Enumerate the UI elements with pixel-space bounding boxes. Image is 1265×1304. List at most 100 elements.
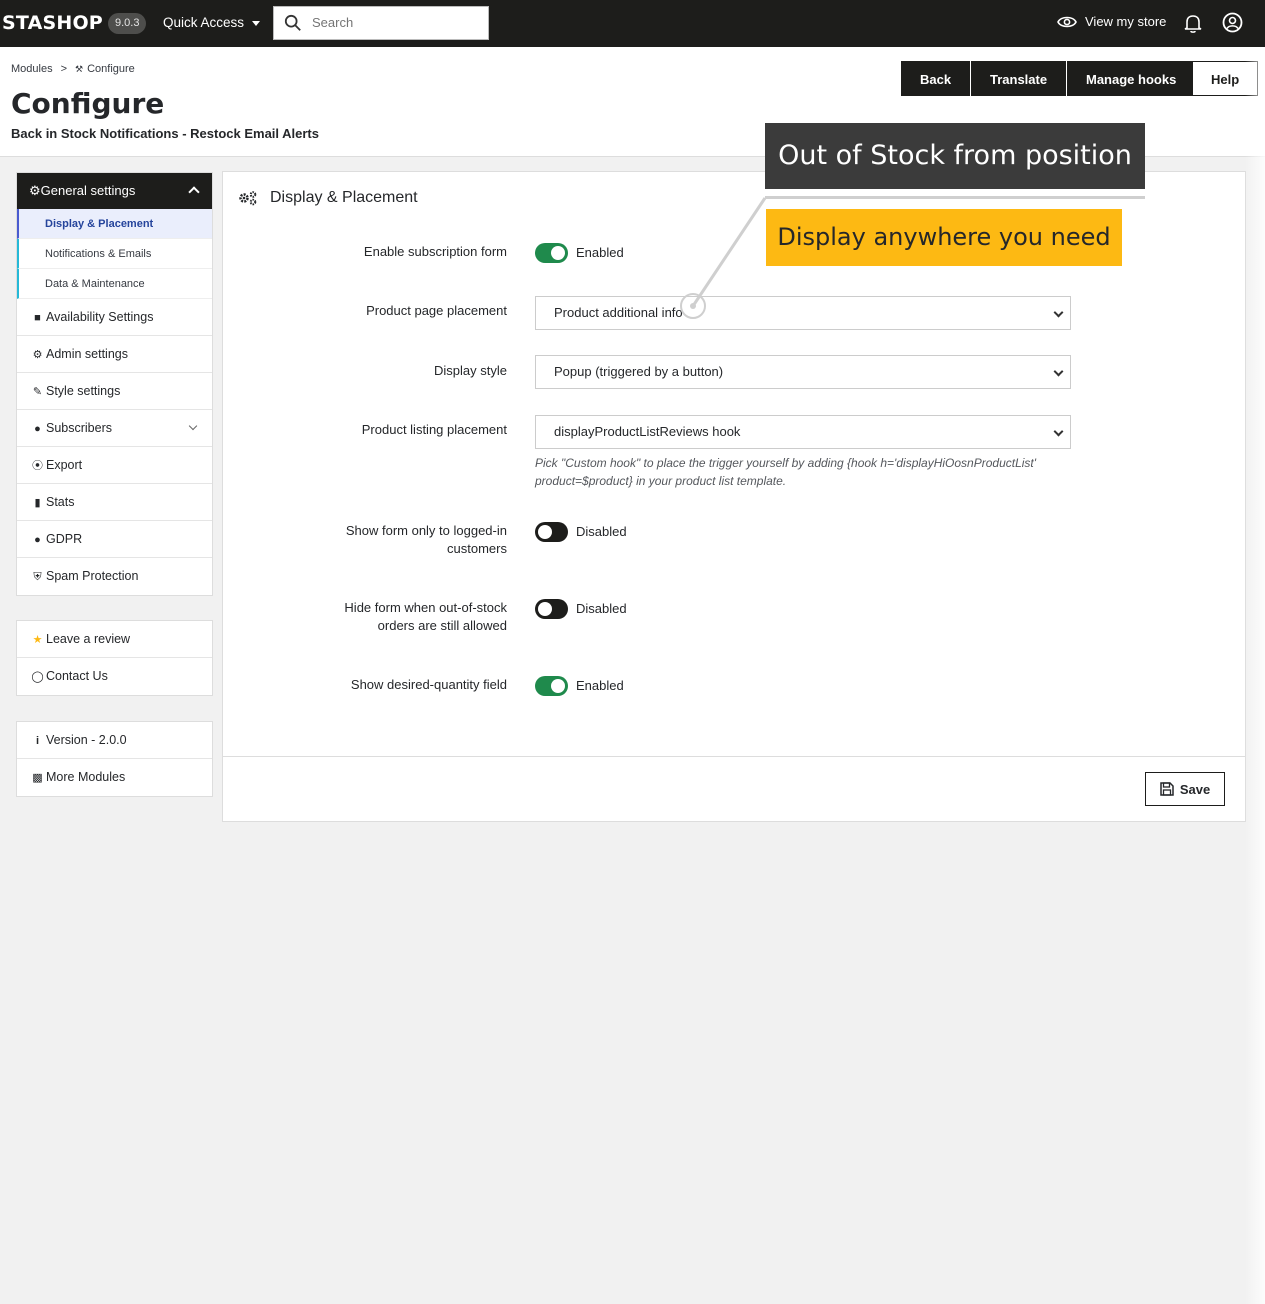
logged-in-only-label: Show form only to logged-in customers xyxy=(345,523,507,556)
sidebar-subitem-notifications-emails[interactable]: Notifications & Emails xyxy=(17,239,212,269)
select-value: Popup (triggered by a button) xyxy=(554,364,724,379)
product-page-placement-label: Product page placement xyxy=(366,303,507,318)
page-title: Configure xyxy=(11,87,165,120)
page-edge-shade xyxy=(1245,47,1265,1304)
desired-qty-toggle[interactable] xyxy=(535,676,568,696)
sidebar-item-label: More Modules xyxy=(46,770,126,784)
brush-icon: ✎ xyxy=(32,386,43,398)
toggle-knob xyxy=(538,525,552,539)
eye-icon xyxy=(1057,16,1077,27)
logo[interactable]: STASHOP xyxy=(2,12,103,34)
chevron-down-icon xyxy=(1053,307,1064,318)
view-store-link[interactable]: View my store xyxy=(1057,14,1166,29)
listing-placement-label: Product listing placement xyxy=(361,422,507,437)
sidebar-item-label: General settings xyxy=(40,183,136,198)
floppy-disk-icon xyxy=(1160,782,1174,796)
chevron-down-icon xyxy=(1053,366,1064,377)
sidebar-item-label: GDPR xyxy=(46,532,83,546)
back-button[interactable]: Back xyxy=(901,61,971,96)
hide-when-orders-allowed-toggle[interactable] xyxy=(535,599,568,619)
panel-title: Display & Placement xyxy=(238,189,418,207)
sidebar-item-export[interactable]: ⦿ Export xyxy=(17,447,212,484)
folder-icon: ■ xyxy=(34,312,41,324)
quick-access-menu[interactable]: Quick Access xyxy=(163,15,261,30)
hide-when-orders-allowed-label: Hide form when out-of-stock orders are s… xyxy=(344,600,507,633)
translate-button[interactable]: Translate xyxy=(971,61,1067,96)
sidebar-item-version: i Version - 2.0.0 xyxy=(17,722,212,759)
listing-placement-select[interactable]: displayProductListReviews hook xyxy=(535,415,1071,449)
search-input[interactable] xyxy=(312,15,482,30)
top-navbar: STASHOP 9.0.3 Quick Access View my store xyxy=(0,0,1265,47)
sidebar-item-stats[interactable]: ▮ Stats xyxy=(17,484,212,521)
product-page-placement-select[interactable]: Product additional info xyxy=(535,296,1071,330)
user-icon: ● xyxy=(34,534,41,546)
toggle-knob xyxy=(551,246,565,260)
sidebar-item-label: Stats xyxy=(46,495,75,509)
panel-footer: Save xyxy=(223,756,1245,822)
save-label: Save xyxy=(1179,781,1211,797)
sidebar-item-admin-settings[interactable]: ⚙ Admin settings xyxy=(17,336,212,373)
bell-icon[interactable] xyxy=(1184,13,1202,33)
sidebar-item-leave-review[interactable]: ★ Leave a review xyxy=(17,621,212,658)
toggle-knob xyxy=(551,679,565,693)
display-style-select[interactable]: Popup (triggered by a button) xyxy=(535,355,1071,389)
display-style-label: Display style xyxy=(434,363,507,378)
search-box[interactable] xyxy=(273,6,489,40)
wrench-icon: ⚒ xyxy=(75,64,84,74)
sidebar-item-subscribers[interactable]: ● Subscribers xyxy=(17,410,212,447)
sidebar-item-label: Availability Settings xyxy=(46,310,154,324)
sidebar-support: ★ Leave a review ◯ Contact Us xyxy=(16,620,213,696)
sidebar-item-gdpr[interactable]: ● GDPR xyxy=(17,521,212,558)
sidebar-item-label: Subscribers xyxy=(46,421,112,435)
panel-title-text: Display & Placement xyxy=(270,189,418,206)
sidebar-item-label: Export xyxy=(46,458,83,472)
sidebar-subitem-data-maintenance[interactable]: Data & Maintenance xyxy=(17,269,212,299)
account-icon[interactable] xyxy=(1222,12,1243,33)
lifebuoy-icon: ◯ xyxy=(31,671,44,683)
logged-in-only-state: Disabled xyxy=(576,524,627,539)
star-icon: ★ xyxy=(32,634,43,646)
toggle-knob xyxy=(538,602,552,616)
sidebar-info: i Version - 2.0.0 ▩ More Modules xyxy=(16,721,213,797)
callout-out-of-stock-position: Out of Stock from position xyxy=(765,123,1145,189)
enable-form-label: Enable subscription form xyxy=(363,244,507,259)
desired-qty-label: Show desired-quantity field xyxy=(350,677,507,692)
export-icon: ⦿ xyxy=(32,460,43,472)
search-icon xyxy=(284,14,301,31)
sidebar-item-contact-us[interactable]: ◯ Contact Us xyxy=(17,658,212,695)
breadcrumb-configure: Configure xyxy=(87,63,135,75)
sidebar-item-label: Version - 2.0.0 xyxy=(46,733,127,747)
sidebar-item-label: Admin settings xyxy=(46,347,128,361)
sidebar-item-label: Contact Us xyxy=(46,669,108,683)
manage-hooks-button[interactable]: Manage hooks xyxy=(1067,61,1196,96)
listing-placement-help: Pick "Custom hook" to place the trigger … xyxy=(535,456,1037,488)
breadcrumb-modules[interactable]: Modules xyxy=(11,63,53,75)
sidebar-item-spam-protection[interactable]: ⛨ Spam Protection xyxy=(17,558,212,595)
hide-when-orders-allowed-state: Disabled xyxy=(576,601,627,616)
select-value: displayProductListReviews hook xyxy=(554,424,741,439)
logged-in-only-toggle[interactable] xyxy=(535,522,568,542)
chevron-up-icon xyxy=(188,186,200,198)
sidebar-item-general-settings[interactable]: ⚙General settings xyxy=(17,173,212,209)
save-button[interactable]: Save xyxy=(1145,772,1225,806)
caret-down-icon xyxy=(252,20,261,26)
select-value: Product additional info xyxy=(554,305,683,320)
callout-divider xyxy=(765,196,1145,199)
sidebar-nav: ⚙General settings Display & Placement No… xyxy=(16,172,213,596)
view-store-label: View my store xyxy=(1085,14,1167,29)
version-badge: 9.0.3 xyxy=(108,13,147,34)
sidebar-item-style-settings[interactable]: ✎ Style settings xyxy=(17,373,212,410)
sidebar-subitem-display-placement[interactable]: Display & Placement xyxy=(17,209,212,239)
enable-form-state: Enabled xyxy=(576,245,624,260)
sidebar-item-label: Leave a review xyxy=(46,632,131,646)
chevron-down-icon xyxy=(188,421,198,431)
quick-access-label: Quick Access xyxy=(163,15,245,30)
sidebar-item-availability-settings[interactable]: ■ Availability Settings xyxy=(17,299,212,336)
desired-qty-state: Enabled xyxy=(576,678,624,693)
settings-panel: Display & Placement Enable subscription … xyxy=(222,171,1246,822)
page-subtitle: Back in Stock Notifications - Restock Em… xyxy=(11,126,319,141)
enable-form-toggle[interactable] xyxy=(535,243,568,263)
sidebar-item-more-modules[interactable]: ▩ More Modules xyxy=(17,759,212,796)
shield-icon: ⛨ xyxy=(33,571,42,583)
sidebar-item-label: Spam Protection xyxy=(46,569,139,583)
